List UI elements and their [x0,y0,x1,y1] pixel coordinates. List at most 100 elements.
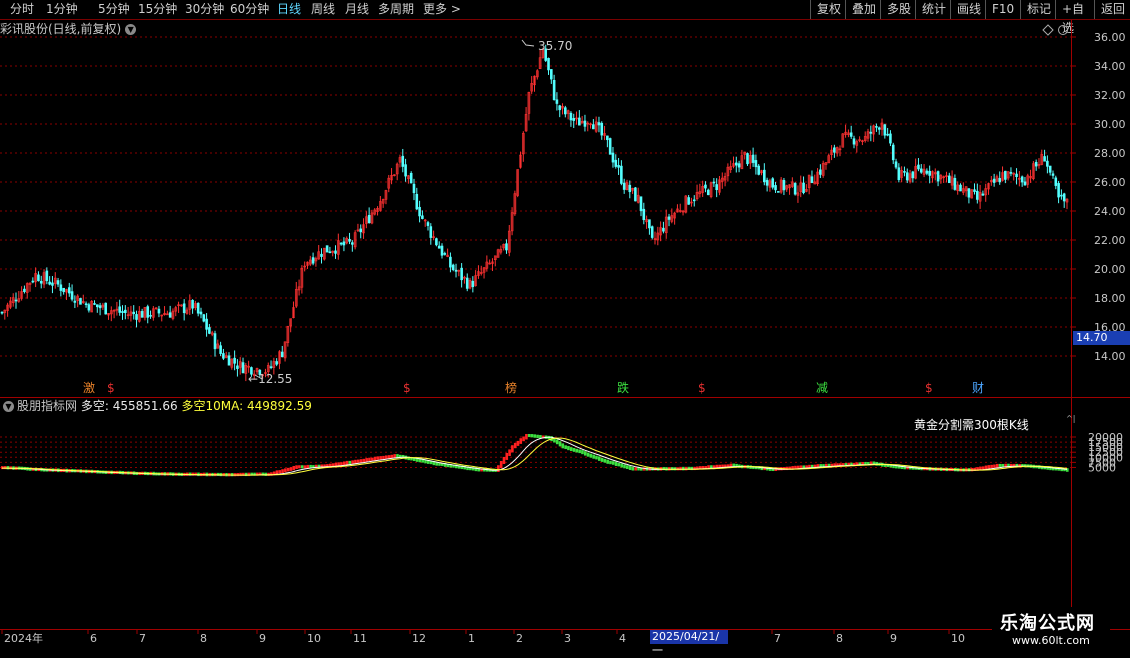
event-marker[interactable]: 减 [816,381,828,395]
candle-body [704,184,707,189]
circle-icon[interactable] [1058,25,1068,35]
candle-body [118,306,122,313]
candle-body [634,187,637,202]
indicator-bar [337,462,340,466]
candle-body [227,355,231,366]
indicator-bar [600,457,604,462]
x-tick-label: 1 [468,632,475,645]
candle-body [1046,160,1049,167]
candle-body [51,282,54,286]
y-tick-label: 36.00 [1094,31,1126,44]
candle-body [583,120,587,127]
candle-body [919,168,923,173]
event-marker[interactable]: $ [403,381,411,395]
indicator-bar [281,469,284,474]
indicator-bar [499,460,503,469]
indicator-bar [340,462,343,466]
x-tick-label: 12 [412,632,426,645]
high-pointer [521,39,535,47]
candle-body [269,366,273,368]
scale-marker: ^| [1066,414,1075,423]
candle-body [275,361,278,365]
diamond-icon[interactable] [1042,24,1054,36]
indicator-bar [303,465,307,469]
candle-body [460,267,463,281]
candle-body [339,242,343,245]
indicator-bar [581,450,584,455]
candle-body [754,160,758,168]
indicator-bar [981,466,985,470]
y-tick-label: 18.00 [1094,292,1126,305]
indicator-bar [348,460,352,464]
chevron-down-icon[interactable]: ▼ [3,401,14,412]
indicator-bar [379,456,382,460]
candle-body [1009,172,1013,174]
x-tick-label: 4 [619,632,626,645]
indicator-bar [513,442,517,449]
event-marker[interactable]: 财 [972,381,984,395]
candle-body [168,312,172,318]
candle-body [219,345,222,354]
x-tick-label: 2024年 [4,631,43,645]
y-tick-label: 30.00 [1094,118,1126,131]
event-marker[interactable]: $ [698,381,706,395]
candle-body [572,118,576,121]
candle-body [886,133,889,136]
indicator-bar [511,445,514,453]
candle-body [222,353,225,359]
low-label: ←12.55 [248,372,292,386]
candle-body [149,315,152,317]
y-tick-label: 20.00 [1094,263,1126,276]
candle-body [757,165,761,175]
indicator-bar [533,434,537,438]
candle-body [14,299,18,302]
candle-body [104,302,107,315]
indicator-bar [306,464,310,469]
indicator-bar [987,465,991,469]
candle-body [1051,173,1055,176]
indicator-bar [628,465,632,471]
indicator-bar [359,459,363,463]
indicator-bar [589,453,593,458]
indicator-value1: 455851.66 [112,399,178,413]
indicator-bar [609,460,612,465]
candle-body [600,122,604,136]
indicator-bar [376,456,380,460]
indicator-bar [525,433,528,440]
candle-body [1043,156,1046,162]
price-annotations: 35.70 ←12.55 [248,24,1068,386]
event-marker[interactable]: 跌 [617,381,629,395]
chart-canvas: 36.00 34.00 32.00 30.00 28.00 26.00 24.00 22.00… [0,20,1130,645]
candle-body [31,280,35,283]
indicator-bar [558,441,562,447]
candle-body [614,159,618,167]
indicator-bar [292,465,296,471]
indicator-bar [362,458,366,463]
candle-body [95,304,99,308]
candle-body [409,172,413,184]
candle-body [777,191,780,193]
indicator-bar [990,464,993,469]
indicator-bar [345,460,349,465]
indicator-bar [993,464,996,468]
indicator-bar [682,466,685,471]
candle-body [877,127,881,130]
indicator-bar [606,459,609,464]
indicator-bar [382,455,385,460]
candle-body [196,302,200,314]
indicator-bar [278,470,282,474]
x-tick-label: 7 [774,632,781,645]
candle-body [771,178,775,188]
event-marker[interactable]: 激 [83,381,95,395]
event-marker[interactable]: $ [925,381,933,395]
indicator-bar [555,439,559,445]
indicator-bar [365,458,368,462]
event-marker[interactable]: $ [107,381,115,395]
indicator-bar [614,461,618,466]
candle-body [662,227,665,232]
event-marker[interactable]: 榜 [505,381,517,395]
candle-body [429,226,433,238]
indicator-bar [505,452,509,460]
indicator-bar [572,447,576,452]
indicator-bar [998,463,1002,467]
